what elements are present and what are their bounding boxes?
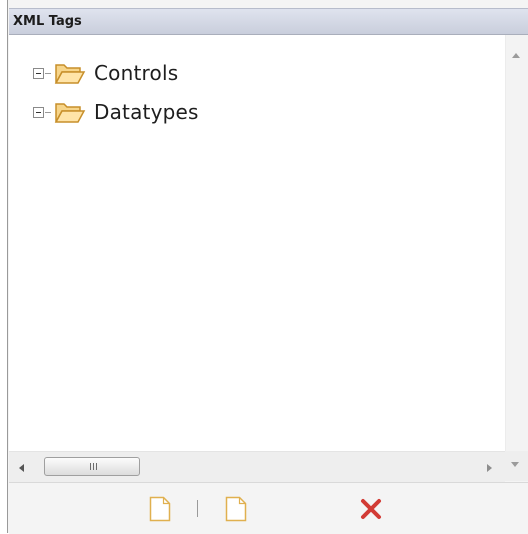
scroll-down-arrow-icon[interactable] xyxy=(511,462,519,467)
vertical-scrollbar[interactable] xyxy=(505,35,528,451)
tree-connector-line xyxy=(45,72,51,74)
scroll-left-arrow-icon[interactable] xyxy=(19,464,24,472)
tree-item-label: Controls xyxy=(94,61,179,85)
horizontal-scroll-thumb[interactable] xyxy=(44,457,140,476)
panel-title: XML Tags xyxy=(13,14,82,29)
collapse-toggle-icon[interactable] xyxy=(33,67,44,79)
left-divider xyxy=(0,0,8,533)
tree-item-datatypes[interactable]: Datatypes xyxy=(33,98,199,126)
document-icon xyxy=(149,496,171,521)
open-folder-icon xyxy=(54,103,86,123)
toolbar-separator xyxy=(197,500,198,517)
scroll-right-arrow-icon[interactable] xyxy=(487,464,492,472)
xml-tags-panel: XML Tags Controls Datatypes xyxy=(0,0,528,534)
new-document-button[interactable] xyxy=(140,483,180,534)
new-document-2-button[interactable] xyxy=(216,483,256,534)
xml-tag-tree[interactable]: Controls Datatypes xyxy=(9,35,505,451)
red-x-icon xyxy=(361,498,381,519)
horizontal-scrollbar[interactable] xyxy=(9,451,505,482)
panel-header: XML Tags xyxy=(9,8,528,35)
tag-toolbar xyxy=(9,482,528,534)
collapse-toggle-icon[interactable] xyxy=(33,106,44,118)
tree-item-label: Datatypes xyxy=(94,100,199,124)
scroll-up-arrow-icon[interactable] xyxy=(512,53,520,58)
tree-connector-line xyxy=(45,111,51,113)
open-folder-icon xyxy=(54,64,86,84)
delete-button[interactable] xyxy=(351,483,391,534)
document-icon xyxy=(225,496,247,521)
tree-item-controls[interactable]: Controls xyxy=(33,59,178,87)
thumb-grip-icon xyxy=(90,463,91,470)
